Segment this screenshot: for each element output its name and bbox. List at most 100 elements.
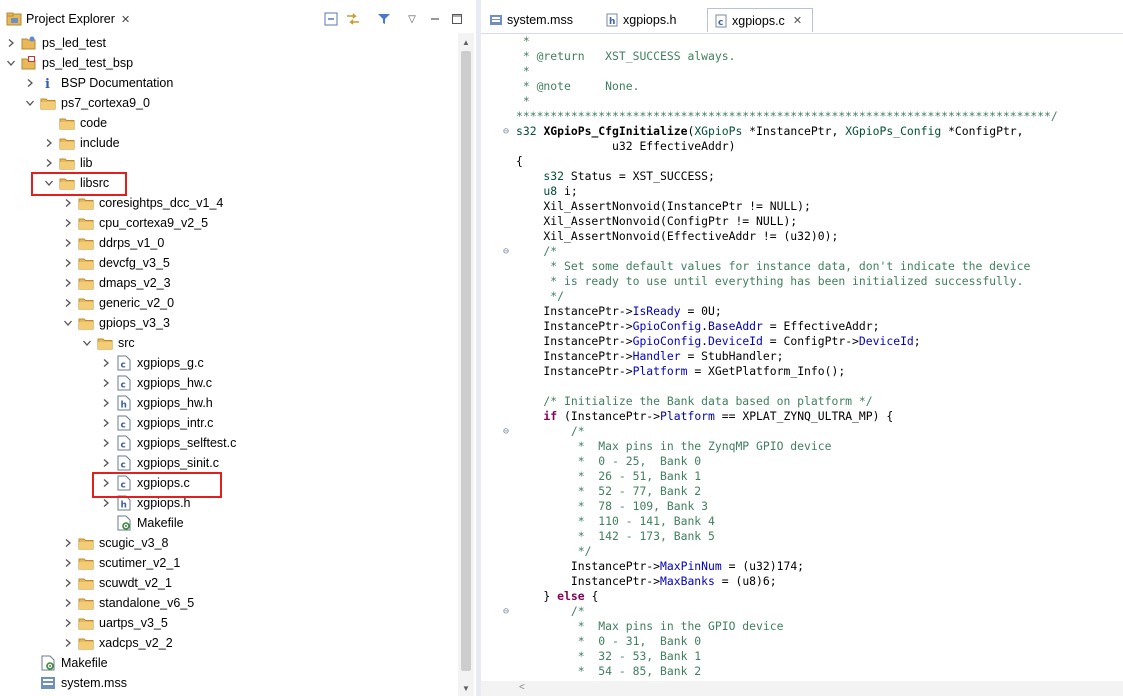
chevron-right-icon[interactable] — [99, 373, 113, 393]
fold-toggle-icon[interactable]: ⊖ — [503, 244, 513, 259]
tree-item[interactable]: scutimer_v2_1 — [61, 553, 180, 573]
tree-item[interactable]: lib — [42, 153, 93, 173]
minimize-icon[interactable] — [427, 11, 443, 27]
tree-item[interactable]: cpu_cortexa9_v2_5 — [61, 213, 208, 233]
chevron-right-icon[interactable] — [61, 593, 75, 613]
tree-item[interactable]: system.mss — [23, 673, 127, 693]
tree-item-label: Makefile — [61, 656, 108, 670]
code-token: * Max pins in the ZynqMP GPIO device — [516, 439, 832, 453]
tree-item[interactable]: include — [42, 133, 120, 153]
chevron-right-icon[interactable] — [61, 253, 75, 273]
chevron-right-icon[interactable] — [99, 453, 113, 473]
tree-item[interactable]: ddrps_v1_0 — [61, 233, 164, 253]
chevron-right-icon[interactable] — [61, 573, 75, 593]
chevron-right-icon[interactable] — [61, 213, 75, 233]
chevron-right-icon[interactable] — [42, 153, 56, 173]
code-text: Xil_AssertNonvoid(InstancePtr != NULL); — [516, 199, 810, 214]
tree-item[interactable]: xadcps_v2_2 — [61, 633, 173, 653]
tree-item[interactable]: src — [80, 333, 135, 353]
code-text: } else { — [516, 589, 598, 604]
fold-toggle-icon[interactable]: ⊖ — [503, 604, 513, 619]
tree-item-label: standalone_v6_5 — [99, 596, 195, 610]
chevron-right-icon[interactable] — [99, 353, 113, 373]
tree-item[interactable]: scugic_v3_8 — [61, 533, 169, 553]
tree-item[interactable]: ps_led_test — [4, 33, 106, 53]
code-area[interactable]: * * @return XST_SUCCESS always. * * @not… — [481, 33, 1123, 681]
tree-item[interactable]: c xgpiops_g.c — [99, 353, 204, 373]
close-icon[interactable]: ✕ — [793, 14, 802, 27]
code-token: = StubHandler; — [680, 349, 784, 363]
folder-icon — [78, 295, 94, 311]
code-token: . — [701, 334, 709, 348]
chevron-down-icon[interactable] — [4, 53, 18, 73]
view-menu-icon[interactable]: ▽ — [404, 11, 420, 27]
chevron-right-icon[interactable] — [61, 553, 75, 573]
link-with-editor-icon[interactable] — [345, 11, 361, 27]
code-text: /* — [516, 424, 585, 439]
chevron-right-icon[interactable] — [61, 233, 75, 253]
chevron-right-icon[interactable] — [61, 533, 75, 553]
tree-item[interactable]: code — [42, 113, 107, 133]
chevron-right-icon[interactable] — [61, 633, 75, 653]
close-icon[interactable]: ✕ — [121, 13, 130, 26]
tree-item[interactable]: ps7_cortexa9_0 — [23, 93, 150, 113]
chevron-right-icon[interactable] — [42, 133, 56, 153]
tree-item[interactable]: ps_led_test_bsp — [4, 53, 133, 73]
tree-item[interactable]: c xgpiops_hw.c — [99, 373, 212, 393]
code-token: s32 — [516, 169, 565, 183]
chevron-down-icon[interactable] — [80, 333, 94, 353]
code-token: */ — [516, 289, 565, 303]
tree-item-label: ddrps_v1_0 — [99, 236, 165, 250]
maximize-icon[interactable] — [449, 11, 465, 27]
tree-item[interactable]: generic_v2_0 — [61, 293, 174, 313]
tree-item[interactable]: uartps_v3_5 — [61, 613, 168, 633]
tree-item[interactable]: c xgpiops_selftest.c — [99, 433, 236, 453]
chevron-right-icon[interactable] — [99, 413, 113, 433]
tab-xgpiops-c[interactable]: c xgpiops.c ✕ — [707, 8, 813, 32]
tree-item[interactable]: devcfg_v3_5 — [61, 253, 170, 273]
chevron-right-icon[interactable] — [61, 193, 75, 213]
tab-project-explorer[interactable]: Project Explorer ✕ — [2, 8, 144, 30]
tree-item[interactable]: gpiops_v3_3 — [61, 313, 170, 333]
tree-item[interactable]: c xgpiops_intr.c — [99, 413, 213, 433]
code-token: } — [516, 589, 558, 603]
chevron-right-icon[interactable] — [99, 433, 113, 453]
chevron-down-icon[interactable] — [61, 313, 75, 333]
code-token: InstancePtr-> — [516, 349, 633, 363]
chevron-right-icon[interactable] — [61, 613, 75, 633]
tree-item[interactable]: standalone_v6_5 — [61, 593, 194, 613]
tree-item[interactable]: h xgpiops_hw.h — [99, 393, 213, 413]
chevron-right-icon[interactable] — [99, 393, 113, 413]
tree-item[interactable]: i BSP Documentation — [23, 73, 173, 93]
folder-icon — [78, 595, 94, 611]
tree-item[interactable]: coresightps_dcc_v1_4 — [61, 193, 223, 213]
tree-item[interactable]: c xgpiops_sinit.c — [99, 453, 219, 473]
tree-item[interactable]: Makefile — [99, 513, 184, 533]
tree-item-label: xgpiops_hw.h — [137, 396, 213, 410]
tab-xgpiops-h[interactable]: h xgpiops.h — [599, 8, 703, 32]
fold-toggle-icon[interactable]: ⊖ — [503, 124, 513, 139]
code-token: InstancePtr-> — [516, 364, 633, 378]
code-token: ; — [913, 334, 921, 348]
chevron-down-icon[interactable] — [23, 93, 37, 113]
chevron-right-icon[interactable] — [4, 33, 18, 53]
filter-icon[interactable] — [376, 11, 392, 27]
tree-item[interactable]: scuwdt_v2_1 — [61, 573, 172, 593]
chevron-right-icon[interactable] — [61, 273, 75, 293]
editor-horizontal-scrollbar[interactable]: < — [481, 681, 1123, 696]
collapse-all-icon[interactable] — [323, 11, 339, 27]
code-token: XGpioPs_CfgInitialize — [543, 124, 688, 138]
chevron-right-icon[interactable] — [61, 293, 75, 313]
tree-item[interactable]: Makefile — [23, 653, 108, 673]
code-token: Xil_AssertNonvoid(ConfigPtr != NULL); — [516, 214, 798, 228]
tree-item[interactable]: dmaps_v2_3 — [61, 273, 171, 293]
chevron-right-icon[interactable] — [23, 73, 37, 93]
tab-system-mss[interactable]: system.mss — [483, 8, 595, 32]
code-token: * — [516, 34, 530, 48]
scroll-up-icon[interactable]: ▲ — [458, 35, 474, 49]
explorer-scrollbar[interactable]: ▲ ▼ — [458, 33, 474, 696]
fold-toggle-icon[interactable]: ⊖ — [503, 424, 513, 439]
scroll-down-icon[interactable]: ▼ — [458, 681, 474, 695]
scroll-thumb[interactable] — [461, 51, 471, 671]
scroll-left-icon[interactable]: < — [519, 682, 525, 693]
